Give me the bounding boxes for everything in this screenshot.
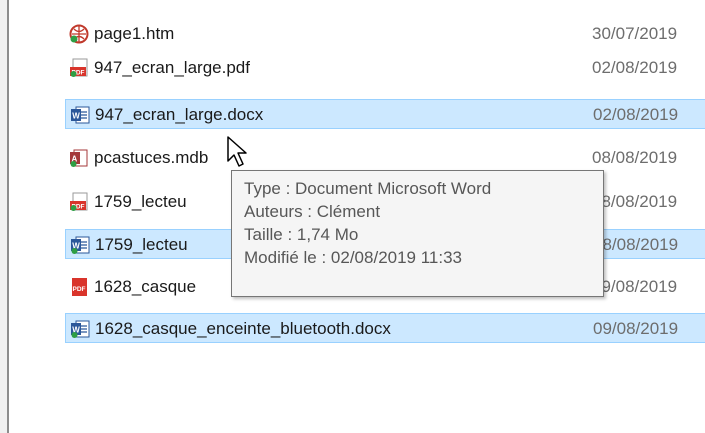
tooltip-size: Taille : 1,74 Mo: [244, 225, 359, 244]
file-date: 08/08/2019: [592, 148, 678, 167]
file-row-pdf[interactable]: PDF 947_ecran_large.pdf 02/08/2019: [65, 53, 705, 83]
tooltip-authors: Auteurs : Clément: [244, 202, 381, 221]
word-icon: W: [71, 236, 90, 254]
file-date: 08/08/2019: [592, 192, 678, 211]
file-name: 1628_casque_enceinte_bluetooth.docx: [95, 319, 391, 338]
file-row-docx-selected[interactable]: W 947_ecran_large.docx 02/08/2019: [65, 99, 705, 129]
tooltip-type: Type : Document Microsoft Word: [244, 179, 492, 198]
left-pane-scroll-edge: [0, 0, 9, 433]
file-name: 947_ecran_large.docx: [95, 105, 264, 124]
mouse-pointer-icon: [227, 136, 247, 167]
access-icon: A: [70, 149, 88, 167]
file-date: 08/08/2019: [593, 235, 679, 254]
file-name: pcastuces.mdb: [94, 148, 209, 167]
file-row-docx-casque-selected[interactable]: W 1628_casque_enceinte_bluetooth.docx 09…: [65, 313, 705, 343]
tooltip-modified: Modifié le : 02/08/2019 11:33: [244, 248, 463, 267]
file-name: 947_ecran_large.pdf: [94, 58, 250, 77]
file-row-page1[interactable]: page1.htm 30/07/2019: [65, 19, 705, 49]
file-name: 1759_lecteu: [94, 192, 187, 211]
file-name: 1759_lecteu: [95, 235, 188, 254]
file-name: 1628_casque: [94, 277, 197, 296]
word-icon: W: [71, 320, 90, 338]
html-icon: [69, 24, 89, 44]
pdf-icon: PDF: [70, 192, 88, 211]
file-date: 09/08/2019: [593, 319, 679, 338]
svg-text:PDF: PDF: [73, 286, 86, 293]
file-date: 02/08/2019: [593, 105, 679, 124]
pdf-icon: PDF: [70, 58, 88, 77]
file-date: 02/08/2019: [592, 58, 678, 77]
file-date: 09/08/2019: [592, 277, 678, 296]
word-icon: W: [71, 106, 90, 124]
file-info-tooltip: Type : Document Microsoft Word Auteurs :…: [231, 170, 604, 297]
file-date: 30/07/2019: [592, 24, 678, 43]
pdf-icon: PDF: [72, 278, 87, 296]
file-name: page1.htm: [94, 24, 175, 43]
svg-text:W: W: [72, 112, 80, 121]
file-row-mdb[interactable]: A pcastuces.mdb 08/08/2019: [65, 143, 705, 173]
